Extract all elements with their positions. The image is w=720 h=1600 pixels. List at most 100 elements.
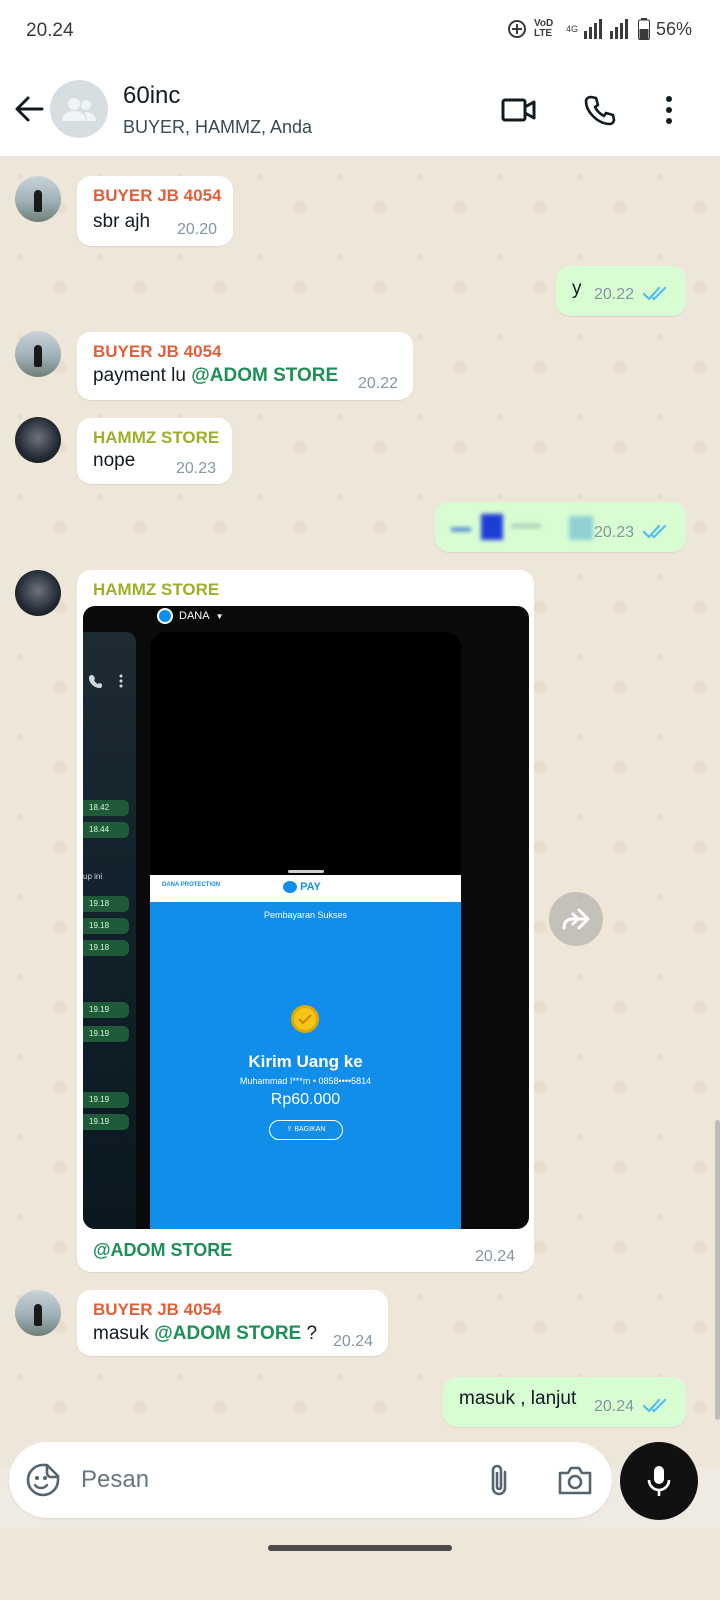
back-arrow-icon[interactable] [12, 92, 46, 126]
status-time: 20.24 [26, 20, 74, 41]
message-time: 20.22 [358, 375, 399, 392]
dana-pay-logo: PAY [283, 881, 321, 894]
more-options-icon[interactable] [650, 91, 688, 129]
avatar-hammz[interactable] [15, 417, 61, 463]
avatar-buyer[interactable] [15, 331, 61, 377]
mic-button[interactable] [620, 1442, 698, 1520]
message-time: 20.24 [333, 1333, 374, 1350]
mention-link[interactable]: @ADOM STORE [191, 365, 338, 386]
bg-snippet: up ini [83, 872, 103, 881]
image-message-bubble[interactable]: HAMMZ STORE 18.42 18.44 up ini 19.18 19.… [77, 570, 534, 1272]
read-ticks-icon [643, 524, 667, 539]
avatar-buyer[interactable] [15, 1290, 61, 1336]
bg-message: 19.18 [83, 896, 129, 912]
attach-icon[interactable] [485, 1462, 513, 1498]
recipient-info: Muhammad I***m • 0858••••5814 [239, 1076, 372, 1086]
sticker-icon[interactable] [25, 1462, 61, 1498]
chat-title[interactable]: 60inc [123, 82, 180, 110]
chat-members[interactable]: BUYER, HAMMZ, Anda [123, 117, 312, 138]
phone-icon [89, 675, 102, 688]
more-icon [119, 674, 123, 688]
message-input[interactable]: Pesan [81, 1466, 149, 1494]
sender-name: BUYER JB 4054 [93, 342, 222, 361]
bg-message: 19.19 [83, 1026, 129, 1042]
message-composer[interactable]: Pesan [9, 1442, 612, 1518]
message-bubble[interactable]: BUYER JB 4054 payment lu @ADOM STORE 20.… [77, 332, 413, 400]
sender-name: BUYER JB 4054 [93, 1300, 222, 1319]
message-bubble-outgoing[interactable]: masuk , lanjut 20.24 [443, 1377, 686, 1427]
camera-icon[interactable] [557, 1464, 593, 1496]
card-handle [288, 870, 324, 873]
transfer-amount: Rp60.000 [270, 1091, 341, 1108]
dropdown-icon: ▼ [215, 611, 224, 621]
sender-name: HAMMZ STORE [93, 428, 220, 447]
system-nav-bar [0, 1528, 720, 1600]
battery-icon [637, 18, 650, 40]
message-body: masuk [93, 1323, 149, 1344]
share-button: ⇪ BAGIKAN [269, 1120, 343, 1140]
network-type: 4G [565, 24, 578, 34]
forward-button[interactable] [549, 892, 603, 946]
bg-message: 19.19 [83, 1002, 129, 1018]
message-time: 20.23 [176, 460, 217, 477]
chat-header: 60inc BUYER, HAMMZ, Anda [0, 64, 720, 157]
dana-receipt: Pembayaran Sukses Kirim Uang ke Muhammad… [150, 902, 461, 1229]
mention-link[interactable]: @ADOM STORE [154, 1323, 301, 1344]
message-bubble[interactable]: HAMMZ STORE nope 20.23 [77, 418, 232, 484]
forward-icon [562, 908, 590, 930]
scrollbar[interactable] [715, 1120, 720, 1420]
dana-protection-logo: DANA PROTECTION [162, 882, 221, 888]
bg-message: 19.19 [83, 1092, 129, 1108]
message-time: 20.24 [594, 1398, 635, 1415]
message-suffix: ? [306, 1323, 318, 1344]
message-text: sbr ajh [93, 211, 151, 232]
share-icon: ⇪ [286, 1126, 293, 1133]
message-text: masuk , lanjut [459, 1388, 577, 1409]
message-bubble-outgoing[interactable]: 20.23 [435, 502, 686, 552]
message-text: masuk @ADOM STORE ? [93, 1323, 317, 1345]
video-call-icon[interactable] [500, 91, 538, 129]
battery-level: 56% [655, 18, 692, 39]
message-time: 20.23 [594, 524, 635, 541]
payment-status: Pembayaran Sukses [263, 910, 348, 920]
dana-logo-icon [157, 608, 173, 624]
background-app-strip: 18.42 18.44 up ini 19.18 19.18 19.18 19.… [83, 632, 136, 1229]
dana-header: DANA PROTECTION PAY [150, 875, 461, 902]
bg-message: 19.18 [83, 940, 129, 956]
message-text: y [572, 278, 582, 299]
network-label: VoD LTE [533, 18, 554, 39]
message-time: 20.20 [177, 221, 218, 238]
message-body: payment lu [93, 365, 186, 386]
read-ticks-icon [643, 286, 667, 301]
sender-name: BUYER JB 4054 [93, 186, 222, 205]
avatar-buyer[interactable] [15, 176, 61, 222]
transfer-heading: Kirim Uang ke [248, 1052, 363, 1071]
message-time: 20.22 [594, 286, 635, 303]
status-bar: 20.24 VoD LTE 4G 56% [0, 0, 720, 64]
sender-name: HAMMZ STORE [93, 580, 220, 599]
message-bubble[interactable]: BUYER JB 4054 masuk @ADOM STORE ? 20.24 [77, 1290, 388, 1356]
message-text: payment lu @ADOM STORE [93, 365, 338, 387]
success-icon [291, 1005, 319, 1033]
message-text: nope [93, 450, 136, 471]
mic-icon [647, 1466, 671, 1496]
pay-icon [283, 881, 297, 894]
dana-card: DANA PROTECTION PAY Pembayaran Sukses Ki… [150, 632, 461, 1229]
voice-call-icon[interactable] [581, 91, 619, 129]
data-saver-icon [507, 20, 526, 38]
status-icons: VoD LTE 4G 56% [506, 18, 692, 40]
bg-message: 19.19 [83, 1114, 129, 1130]
bg-message: 18.44 [83, 822, 129, 838]
group-avatar[interactable] [50, 80, 108, 138]
bg-message: 18.42 [83, 800, 129, 816]
bg-message: 19.18 [83, 918, 129, 934]
image-caption-mention[interactable]: @ADOM STORE [93, 1240, 232, 1261]
payment-screenshot[interactable]: 18.42 18.44 up ini 19.18 19.18 19.18 19.… [83, 606, 529, 1229]
message-time: 20.24 [475, 1248, 516, 1265]
home-indicator[interactable] [268, 1545, 452, 1551]
read-ticks-icon [643, 1398, 667, 1413]
message-bubble[interactable]: BUYER JB 4054 sbr ajh 20.20 [77, 176, 233, 246]
avatar-hammz[interactable] [15, 570, 61, 616]
message-bubble-outgoing[interactable]: y 20.22 [556, 266, 686, 316]
dana-app-name: DANA [179, 610, 210, 622]
